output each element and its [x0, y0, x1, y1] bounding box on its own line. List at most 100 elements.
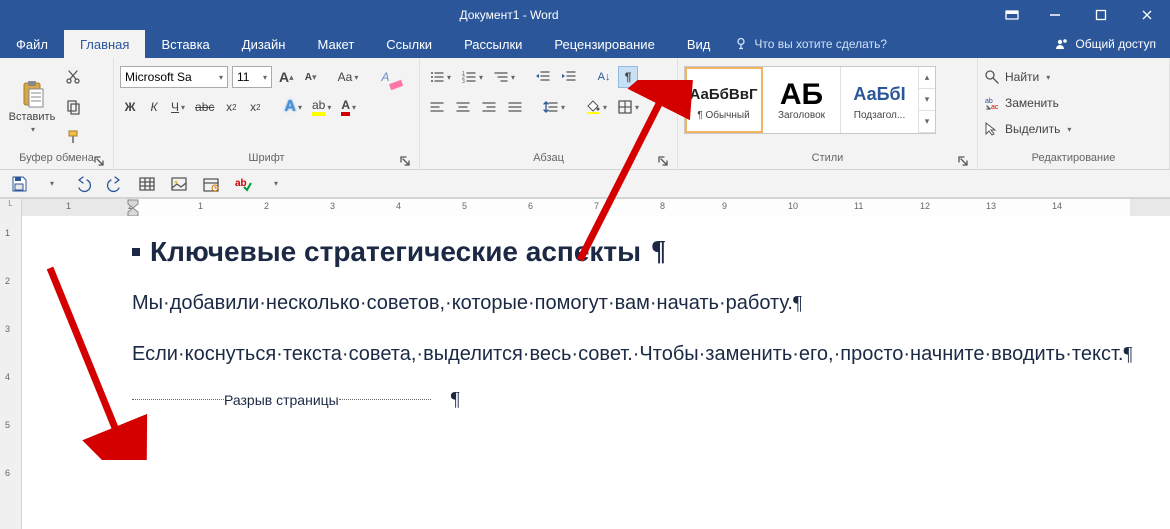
- window-title: Документ1 - Word: [20, 8, 998, 22]
- style-heading2-label: Подзагол...: [854, 110, 905, 121]
- svg-text:3: 3: [462, 79, 465, 85]
- show-hide-pilcrow-button[interactable]: ¶: [618, 66, 638, 88]
- group-clipboard-label: Буфер обмена: [19, 152, 94, 164]
- title-bar: Документ1 - Word: [0, 0, 1170, 30]
- qat-save-dropdown[interactable]: [40, 173, 62, 195]
- style-heading1-label: Заголовок: [778, 110, 825, 121]
- copy-button[interactable]: [62, 96, 84, 118]
- numbering-button[interactable]: 123: [458, 66, 486, 88]
- grow-font-button[interactable]: A▴: [276, 66, 297, 88]
- qat-spelling-button[interactable]: ab: [232, 173, 254, 195]
- ribbon: Вставить Буфер обмена Microsoft Sa 11 A▴…: [0, 58, 1170, 170]
- align-center-button[interactable]: [452, 96, 474, 118]
- strikethrough-button[interactable]: abc: [192, 96, 217, 118]
- line-spacing-button[interactable]: [540, 96, 568, 118]
- vertical-ruler[interactable]: 1 2 3 4 5 6: [0, 216, 22, 529]
- qat-save-button[interactable]: [8, 173, 30, 195]
- tab-references[interactable]: Ссылки: [370, 30, 448, 58]
- tab-review[interactable]: Рецензирование: [538, 30, 670, 58]
- tab-insert[interactable]: Вставка: [145, 30, 225, 58]
- subscript-button[interactable]: x2: [221, 96, 241, 118]
- font-name-combo[interactable]: Microsoft Sa: [120, 66, 228, 88]
- tab-design[interactable]: Дизайн: [226, 30, 302, 58]
- change-case-button[interactable]: Aa: [335, 66, 362, 88]
- paragraph-launcher[interactable]: [657, 155, 669, 167]
- document-page: Ключевые стратегические аспекты ¶ Мы·доба…: [132, 236, 1150, 411]
- qat-undo-button[interactable]: [72, 173, 94, 195]
- heading-bullet-icon: [132, 248, 140, 256]
- shading-button[interactable]: [582, 96, 610, 118]
- font-size-combo[interactable]: 11: [232, 66, 272, 88]
- tab-file[interactable]: Файл: [0, 30, 64, 58]
- tell-me-label: Что вы хотите сделать?: [754, 37, 887, 51]
- qat-redo-button[interactable]: [104, 173, 126, 195]
- cut-button[interactable]: [62, 66, 84, 88]
- close-button[interactable]: [1124, 0, 1170, 30]
- group-font: Microsoft Sa 11 A▴ A▾ Aa A Ж К Ч abc x2 …: [114, 58, 420, 169]
- qat-customize-button[interactable]: [264, 173, 286, 195]
- style-heading1[interactable]: АБ Заголовок: [763, 67, 841, 133]
- pilcrow-icon: ¶: [1123, 343, 1132, 365]
- share-button[interactable]: Общий доступ: [1041, 37, 1170, 51]
- paste-label: Вставить: [9, 111, 56, 123]
- clipboard-launcher[interactable]: [93, 155, 105, 167]
- paste-button[interactable]: Вставить: [6, 62, 58, 151]
- clear-formatting-button[interactable]: A: [375, 66, 395, 88]
- style-heading2[interactable]: АаБбI Подзагол...: [841, 67, 919, 133]
- sort-button[interactable]: А↓: [594, 66, 614, 88]
- doc-heading[interactable]: Ключевые стратегические аспекты ¶: [132, 236, 1150, 268]
- text-effects-button[interactable]: A: [281, 96, 305, 118]
- align-left-button[interactable]: [426, 96, 448, 118]
- group-editing: Найти abac Заменить Выделить Редактирова…: [978, 58, 1170, 169]
- qat-picture-button[interactable]: [168, 173, 190, 195]
- align-right-button[interactable]: [478, 96, 500, 118]
- italic-button[interactable]: К: [144, 96, 164, 118]
- tab-view[interactable]: Вид: [671, 30, 727, 58]
- highlight-button[interactable]: ab: [309, 96, 334, 118]
- find-button[interactable]: Найти: [984, 66, 1071, 88]
- group-font-label: Шрифт: [248, 152, 284, 164]
- qat-insert-date-button[interactable]: [200, 173, 222, 195]
- maximize-button[interactable]: [1078, 0, 1124, 30]
- qat-table-button[interactable]: [136, 173, 158, 195]
- page-break-marker[interactable]: Разрыв страницы ¶: [132, 388, 1150, 411]
- ribbon-display-options[interactable]: [998, 8, 1026, 22]
- document-area[interactable]: Ключевые стратегические аспекты ¶ Мы·доба…: [22, 216, 1170, 529]
- style-normal-label: ¶ Обычный: [697, 110, 749, 121]
- doc-para-1[interactable]: Мы·добавили·несколько·советов,·которые·п…: [132, 288, 1150, 319]
- bold-button[interactable]: Ж: [120, 96, 140, 118]
- doc-para-2[interactable]: Если·коснуться·текста·совета,·выделится·…: [132, 339, 1150, 370]
- shrink-font-button[interactable]: A▾: [301, 66, 321, 88]
- styles-scroller[interactable]: ▴▾▾: [919, 67, 935, 133]
- underline-button[interactable]: Ч: [168, 96, 188, 118]
- styles-launcher[interactable]: [957, 155, 969, 167]
- font-launcher[interactable]: [399, 155, 411, 167]
- justify-button[interactable]: [504, 96, 526, 118]
- select-button[interactable]: Выделить: [984, 118, 1071, 140]
- font-color-button[interactable]: A: [338, 96, 359, 118]
- minimize-button[interactable]: [1032, 0, 1078, 30]
- styles-gallery[interactable]: АаБбВвГ ¶ Обычный АБ Заголовок АаБбI Под…: [684, 66, 936, 134]
- replace-button[interactable]: abac Заменить: [984, 92, 1071, 114]
- find-label: Найти: [1005, 70, 1039, 84]
- multilevel-list-button[interactable]: [490, 66, 518, 88]
- tell-me[interactable]: Что вы хотите сделать?: [734, 37, 887, 51]
- pilcrow-icon: ¶: [451, 388, 460, 411]
- tab-home[interactable]: Главная: [64, 30, 145, 58]
- ribbon-tabs: Файл Главная Вставка Дизайн Макет Ссылки…: [0, 30, 1170, 58]
- tab-layout[interactable]: Макет: [301, 30, 370, 58]
- format-painter-button[interactable]: [62, 126, 84, 148]
- tab-mailings[interactable]: Рассылки: [448, 30, 538, 58]
- pilcrow-icon: ¶: [651, 236, 666, 268]
- doc-heading-text: Ключевые стратегические аспекты: [150, 236, 641, 268]
- bullets-button[interactable]: [426, 66, 454, 88]
- borders-button[interactable]: [614, 96, 642, 118]
- page-break-label: Разрыв страницы: [224, 392, 339, 408]
- select-label: Выделить: [1005, 122, 1060, 136]
- pilcrow-icon: ¶: [793, 292, 802, 314]
- superscript-button[interactable]: x2: [245, 96, 265, 118]
- style-normal[interactable]: АаБбВвГ ¶ Обычный: [685, 67, 763, 133]
- horizontal-ruler[interactable]: L 1 2 1 2 3 4 5 6 7 8 9 10 11 12 13 14: [0, 198, 1170, 216]
- increase-indent-button[interactable]: [558, 66, 580, 88]
- decrease-indent-button[interactable]: [532, 66, 554, 88]
